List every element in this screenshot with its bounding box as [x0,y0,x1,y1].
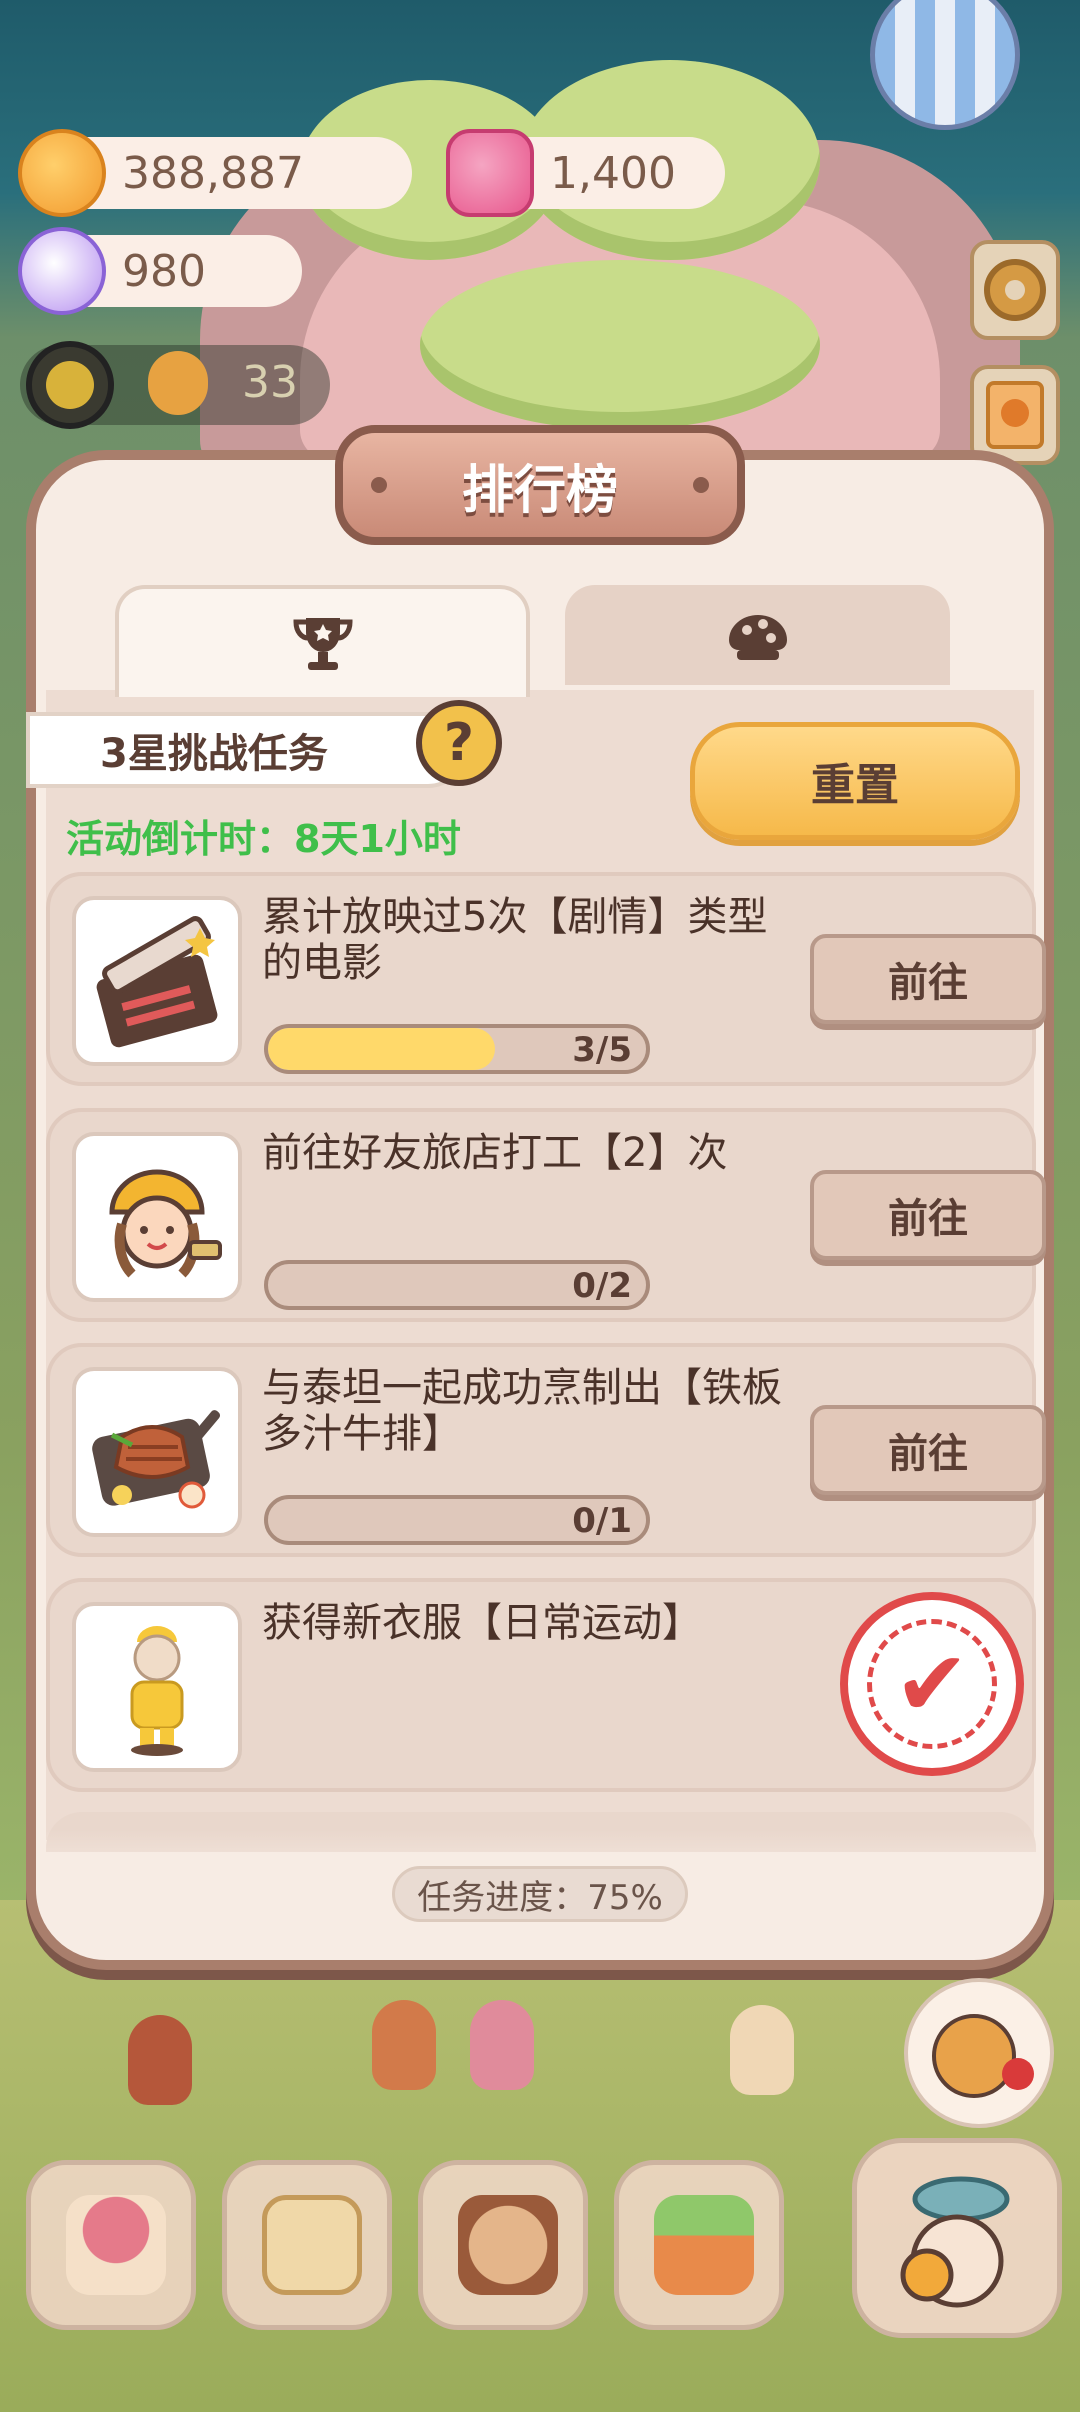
panel-title: 排行榜 [335,425,745,545]
overall-progress: 任务进度：75% [392,1866,688,1922]
steak-icon [72,1367,242,1537]
outfit-icon [72,1602,242,1772]
checkmark-icon: ✔ [867,1619,997,1749]
progress-fill [268,1028,495,1070]
progress-text: 3/5 [572,1030,632,1070]
crystal-icon [18,227,106,315]
notebook-icon [262,2195,362,2295]
cookie-icon [728,615,787,660]
crystal-amount: 980 [122,245,206,297]
gem-amount: 1,400 [550,147,676,199]
gem-counter[interactable]: 1,400 [446,129,725,217]
worker-girl-icon [72,1132,242,1302]
npc-character[interactable] [372,2000,436,2090]
nav-furniture-button[interactable] [614,2160,784,2330]
nav-event-button[interactable] [852,2138,1062,2338]
go-button[interactable]: 前往 [810,1170,1046,1260]
nav-notebook-button[interactable] [222,2160,392,2330]
task-description: 获得新衣服【日常运动】 [262,1600,702,1646]
tree-foliage [420,260,820,430]
task-card-completed: 获得新衣服【日常运动】 ✔ [46,1578,1036,1792]
question-mark-icon: ? [443,713,475,773]
crystal-counter[interactable]: 980 [18,227,302,315]
nav-chef-button[interactable] [418,2160,588,2330]
task-description: 前往好友旅店打工【2】次 [262,1130,728,1176]
tab-trophy[interactable] [115,585,530,697]
hot-air-balloon-icon [870,0,1020,130]
chef-character-icon [458,2195,558,2295]
furniture-shop-icon [654,2195,754,2295]
settings-gear-button[interactable] [970,240,1060,340]
reset-button[interactable]: 重置 [690,722,1020,840]
npc-character[interactable] [470,2000,534,2090]
event-countdown: 活动倒计时：8天1小时 [66,817,461,861]
gear-icon [984,259,1046,321]
postage-stamp-icon [986,381,1044,449]
task-type-label: 3星挑战任务 [26,712,466,788]
npc-character[interactable] [730,2005,794,2095]
character-speech-bubble[interactable] [904,1978,1054,2128]
coin-icon [18,129,106,217]
sun-icon [26,341,114,429]
clapperboard-icon [72,896,242,1066]
go-button[interactable]: 前往 [810,1405,1046,1495]
task-progress-bar: 0/1 [264,1495,650,1545]
nav-mushroom-house-button[interactable] [26,2160,196,2330]
coin-amount: 388,887 [122,147,304,199]
level-indicator[interactable]: 33 [20,341,330,429]
progress-text: 0/2 [572,1266,632,1306]
character-face-icon [148,351,208,415]
level-value: 33 [242,357,298,408]
task-description: 与泰坦一起成功烹制出【铁板多汁牛排】 [262,1365,782,1457]
go-button[interactable]: 前往 [810,934,1046,1024]
completed-stamp: ✔ [840,1592,1024,1776]
task-card: 与泰坦一起成功烹制出【铁板多汁牛排】 0/1 前往 [46,1343,1046,1557]
task-card: 前往好友旅店打工【2】次 0/2 前往 [46,1108,1046,1322]
cat-character-icon [932,2014,1034,2098]
tab-cookie[interactable] [565,585,950,685]
help-button[interactable]: ? [416,700,502,786]
task-type-text: 3星挑战任务 [100,731,328,777]
gem-icon [446,129,534,217]
coin-counter[interactable]: 388,887 [18,129,412,217]
npc-character[interactable] [128,2015,192,2105]
fish-clock-icon [900,2176,1010,2308]
progress-text: 0/1 [572,1501,632,1541]
task-progress-bar: 0/2 [264,1260,650,1310]
trophy-icon [292,618,353,670]
mushroom-house-icon [66,2195,166,2295]
task-progress-bar: 3/5 [264,1024,650,1074]
task-description: 累计放映过5次【剧情】类型的电影 [262,894,768,986]
task-card: 累计放映过5次【剧情】类型的电影 3/5 前往 [46,872,1046,1086]
